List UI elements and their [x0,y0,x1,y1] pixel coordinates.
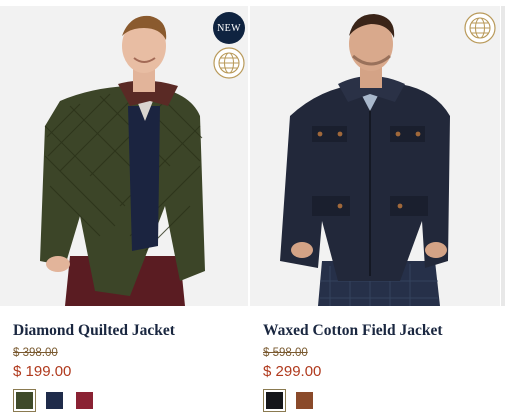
swatch-burgundy[interactable] [73,389,96,412]
product-name[interactable]: Waxed Cotton Field Jacket [263,322,443,340]
product-image[interactable] [250,6,500,306]
product-card[interactable]: Waxed Cotton Field Jacket $ 598.00 $ 299… [250,0,500,416]
sale-price: $ 199.00 [13,363,72,380]
original-price: $ 398.00 [13,347,58,359]
product-card[interactable]: NEW Diamond Quilted Jacket $ 398.00 $ 19… [0,0,248,416]
sale-price: $ 299.00 [263,363,322,380]
original-price: $ 598.00 [263,347,308,359]
product-name[interactable]: Diamond Quilted Jacket [13,322,175,340]
swatch-brown[interactable] [293,389,316,412]
swatch-navy[interactable] [43,389,66,412]
color-swatches [13,389,96,412]
globe-icon [464,12,496,44]
swatch-olive[interactable] [13,389,36,412]
color-swatches [263,389,316,412]
next-product-peek [501,6,505,306]
product-image[interactable] [0,6,248,306]
swatch-black[interactable] [263,389,286,412]
new-badge: NEW [213,12,245,44]
globe-icon [213,47,245,79]
